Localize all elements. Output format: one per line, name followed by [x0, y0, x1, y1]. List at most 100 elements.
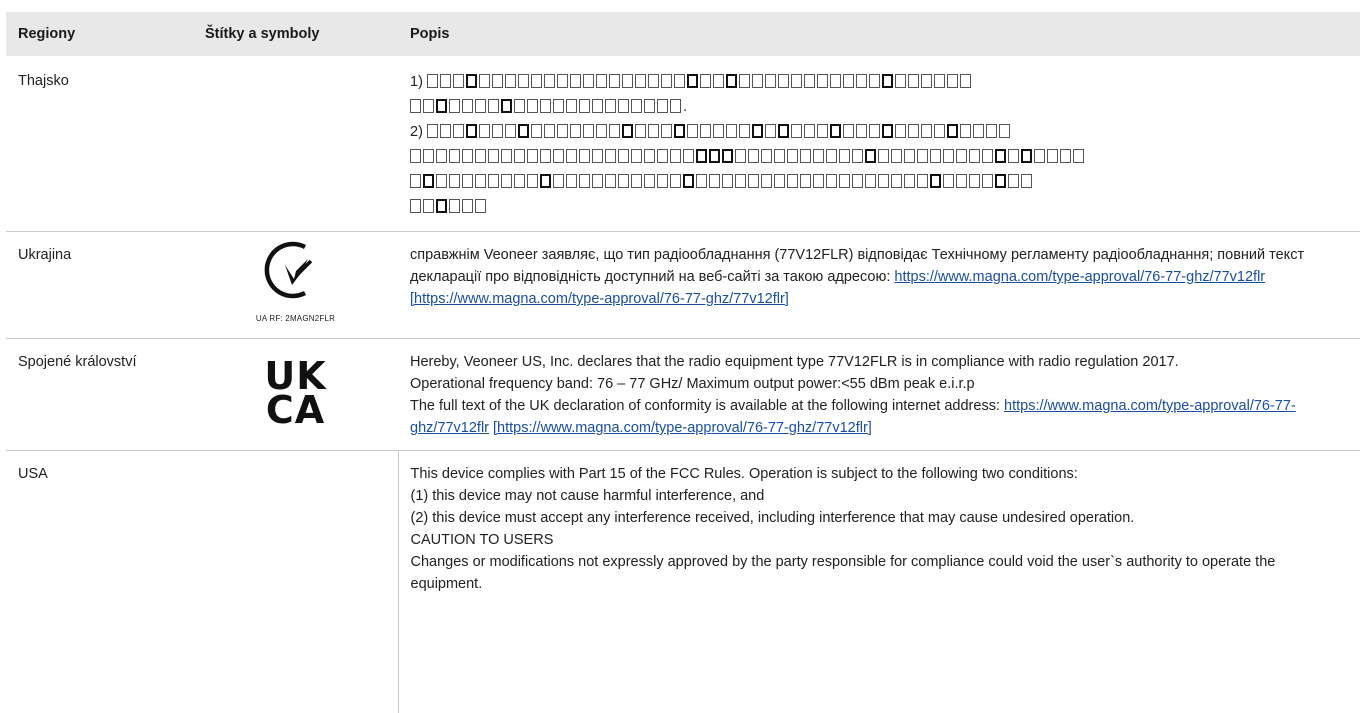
fcc-statement: This device complies with Part 15 of the… — [411, 463, 1349, 485]
item-number: 2) — [410, 124, 423, 140]
missing-glyph-box — [635, 74, 646, 88]
uk-declaration-link-bracketed[interactable]: [https://www.magna.com/type-approval/76-… — [493, 420, 872, 436]
missing-glyph-box — [982, 149, 993, 163]
missing-glyph-box — [826, 174, 837, 188]
missing-glyph-box — [904, 174, 915, 188]
missing-glyph-box — [427, 74, 438, 88]
missing-glyph-box — [570, 124, 581, 138]
missing-glyph-box — [826, 149, 837, 163]
missing-glyph-box — [839, 149, 850, 163]
missing-glyph-box — [605, 99, 616, 113]
missing-glyphs — [618, 99, 683, 115]
missing-glyph-box — [440, 124, 451, 138]
missing-glyph-box — [466, 74, 477, 88]
missing-glyph-box — [514, 174, 525, 188]
missing-glyph-box — [804, 74, 815, 88]
missing-glyph-box — [960, 74, 971, 88]
missing-glyph-box — [830, 124, 841, 138]
missing-glyph-box — [423, 199, 434, 213]
missing-glyph-box — [852, 149, 863, 163]
missing-glyph-box — [462, 199, 473, 213]
missing-glyph-box — [852, 174, 863, 188]
missing-glyph-box — [488, 149, 499, 163]
missing-glyph-box — [735, 149, 746, 163]
missing-glyph-box — [644, 174, 655, 188]
missing-glyph-box — [475, 99, 486, 113]
missing-glyph-box — [475, 149, 486, 163]
missing-glyph-box — [436, 99, 447, 113]
ua-mark-caption: UA RF: 2MAGN2FLR — [256, 308, 335, 330]
missing-glyph-box — [956, 149, 967, 163]
regions-table: Regiony Štítky a symboly Popis Thajsko 1… — [6, 12, 1360, 713]
missing-glyph-box — [657, 149, 668, 163]
missing-glyph-box — [566, 99, 577, 113]
missing-glyph-box — [518, 74, 529, 88]
missing-glyph-box — [943, 174, 954, 188]
missing-glyph-box — [709, 149, 720, 163]
description-cell: This device complies with Part 15 of the… — [398, 451, 1360, 713]
missing-glyph-box — [895, 124, 906, 138]
missing-glyph-box — [583, 124, 594, 138]
missing-glyph-box — [748, 149, 759, 163]
missing-glyph-box — [618, 99, 629, 113]
punctuation: . — [683, 99, 687, 115]
uk-declaration-line: Hereby, Veoneer US, Inc. declares that t… — [410, 351, 1348, 373]
missing-glyph-box — [622, 74, 633, 88]
missing-glyph-box — [700, 74, 711, 88]
symbol-cell: UA RF: 2MAGN2FLR — [193, 232, 398, 339]
missing-glyph-box — [791, 74, 802, 88]
uk-frequency-line: Operational frequency band: 76 – 77 GHz/… — [410, 373, 1348, 395]
missing-glyph-box — [999, 124, 1010, 138]
caution-text: Changes or modifications not expressly a… — [411, 551, 1349, 595]
missing-glyph-box — [492, 74, 503, 88]
missing-glyph-box — [830, 74, 841, 88]
missing-glyph-box — [540, 149, 551, 163]
missing-glyph-box — [531, 124, 542, 138]
missing-glyph-box — [973, 124, 984, 138]
missing-glyph-box — [501, 174, 512, 188]
missing-glyph-box — [501, 99, 512, 113]
missing-glyph-box — [579, 174, 590, 188]
missing-glyph-box — [787, 174, 798, 188]
missing-glyph-box — [739, 124, 750, 138]
missing-glyph-box — [765, 124, 776, 138]
missing-glyph-box — [570, 74, 581, 88]
missing-glyph-box — [748, 174, 759, 188]
missing-glyph-box — [514, 99, 525, 113]
missing-glyph-box — [592, 149, 603, 163]
uk-conformity-line: The full text of the UK declaration of c… — [410, 395, 1348, 439]
missing-glyph-box — [1073, 149, 1084, 163]
missing-glyph-box — [670, 149, 681, 163]
ua-conformity-mark: UA RF: 2MAGN2FLR — [256, 241, 335, 330]
missing-glyph-box — [631, 149, 642, 163]
missing-glyph-box — [891, 149, 902, 163]
ua-declaration-link[interactable]: https://www.magna.com/type-approval/76-7… — [894, 269, 1265, 285]
missing-glyph-box — [960, 124, 971, 138]
missing-glyph-box — [921, 74, 932, 88]
missing-glyph-box — [882, 124, 893, 138]
missing-glyph-box — [1021, 149, 1032, 163]
missing-glyph-box — [1021, 174, 1032, 188]
missing-glyphs — [410, 199, 488, 215]
missing-glyph-box — [930, 149, 941, 163]
missing-glyph-box — [609, 74, 620, 88]
missing-glyph-box — [722, 149, 733, 163]
missing-glyph-box — [934, 124, 945, 138]
ua-declaration-link-bracketed[interactable]: [https://www.magna.com/type-approval/76-… — [410, 291, 789, 307]
missing-glyph-box — [583, 74, 594, 88]
missing-glyph-box — [839, 174, 850, 188]
region-cell: Thajsko — [6, 56, 193, 232]
regions-table-wrapper: Regiony Štítky a symboly Popis Thajsko 1… — [6, 12, 1360, 713]
table-header-row: Regiony Štítky a symboly Popis — [6, 12, 1360, 56]
missing-glyph-box — [778, 124, 789, 138]
missing-glyph-box — [882, 74, 893, 88]
missing-glyphs — [410, 174, 1034, 190]
description-cell: 1) . 2) — [398, 56, 1360, 232]
ukca-mark-line2: CA — [264, 393, 326, 427]
missing-glyph-box — [436, 199, 447, 213]
header-description: Popis — [398, 12, 1360, 56]
missing-glyph-box — [800, 174, 811, 188]
missing-glyph-box — [553, 149, 564, 163]
missing-glyph-box — [1008, 174, 1019, 188]
description-cell: Hereby, Veoneer US, Inc. declares that t… — [398, 339, 1360, 451]
